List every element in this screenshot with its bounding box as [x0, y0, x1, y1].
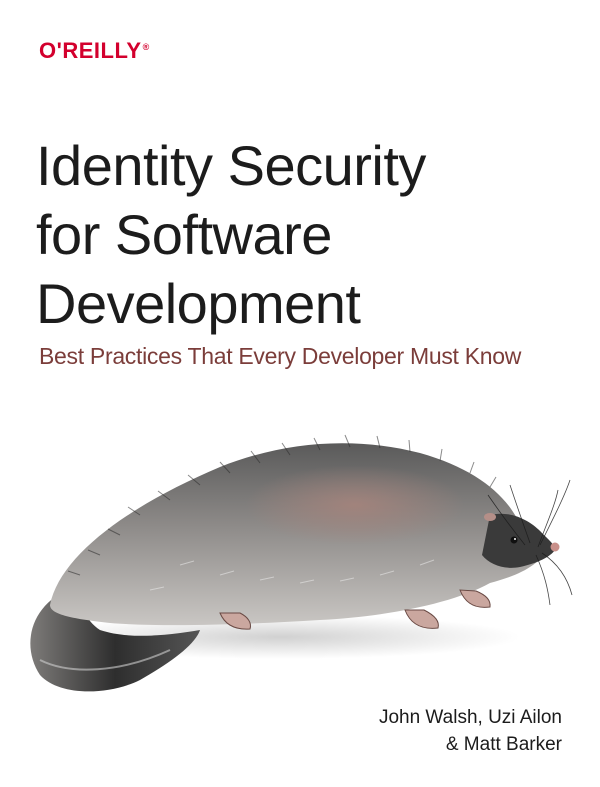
book-authors: John Walsh, Uzi Ailon & Matt Barker	[379, 704, 562, 758]
title-line-2: for Software	[36, 203, 332, 266]
title-line-3: Development	[36, 272, 361, 335]
book-cover: O'REILLY® Identity Security for Software…	[0, 0, 600, 787]
authors-line-2: & Matt Barker	[445, 734, 562, 755]
hedgehog-illustration-icon	[30, 434, 573, 692]
publisher-name: O'REILLY	[39, 38, 142, 63]
book-title: Identity Security for Software Developme…	[36, 131, 576, 338]
title-line-1: Identity Security	[36, 134, 426, 197]
publisher-logo: O'REILLY®	[39, 38, 150, 64]
book-subtitle: Best Practices That Every Developer Must…	[39, 343, 522, 369]
authors-line-1: John Walsh, Uzi Ailon	[378, 707, 562, 728]
registered-mark: ®	[142, 41, 150, 52]
